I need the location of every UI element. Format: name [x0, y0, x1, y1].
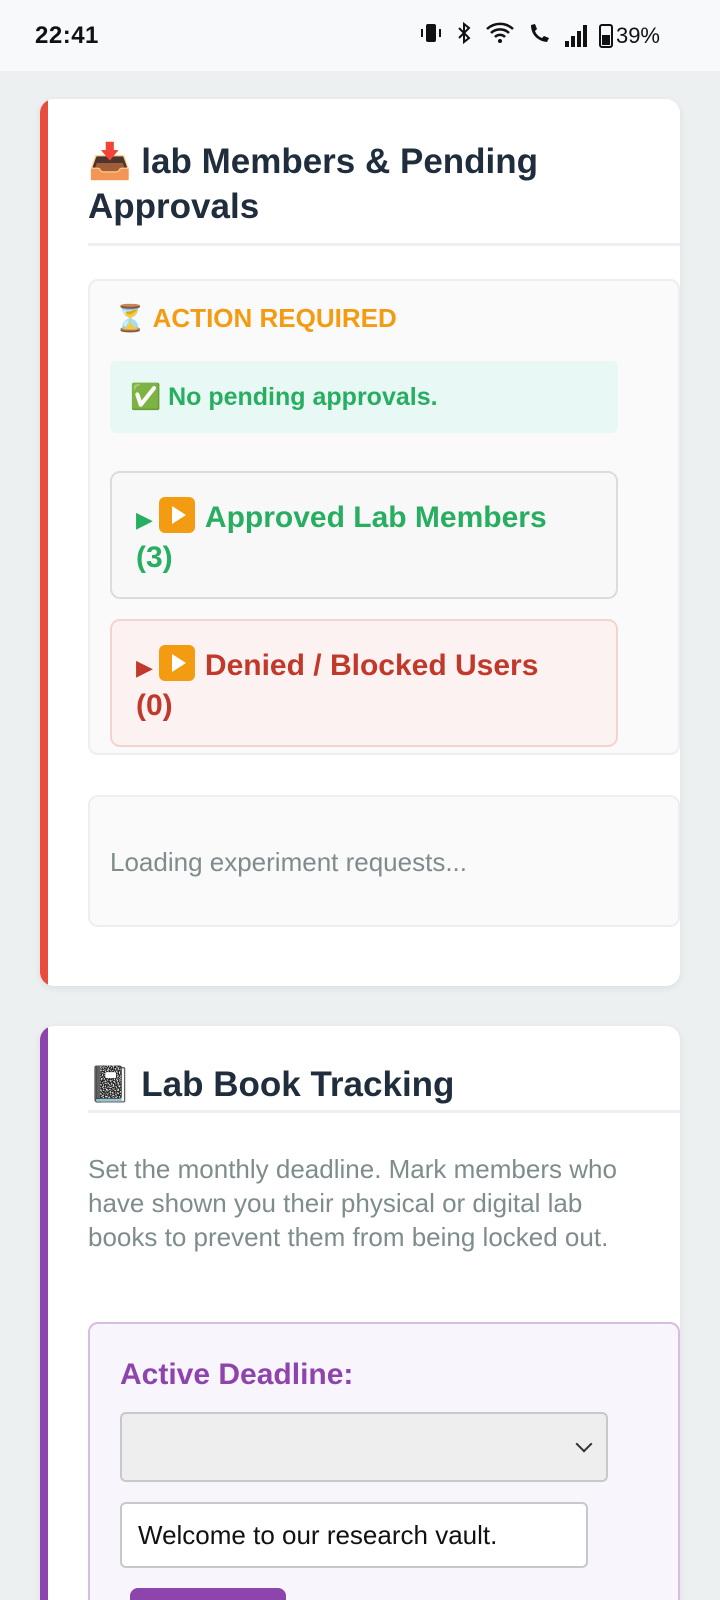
deadline-panel: Active Deadline: [88, 1322, 680, 1600]
expand-triangle-icon: ▶ [136, 507, 153, 532]
play-button-icon [158, 645, 195, 681]
lab-book-card: 📓 Lab Book Tracking Set the monthly dead… [40, 1026, 680, 1600]
pending-approvals-panel: ⏳ ACTION REQUIRED ✅ No pending approvals… [88, 279, 680, 755]
battery-icon [598, 23, 613, 48]
wifi-icon [485, 21, 515, 51]
members-divider [88, 243, 680, 246]
play-button-icon [158, 497, 195, 533]
welcome-message-input[interactable] [120, 1502, 588, 1568]
denied-users-toggle[interactable]: ▶ Denied / Blocked Users (0) [110, 619, 618, 747]
denied-users-label: Denied / Blocked Users [204, 649, 539, 682]
lab-book-divider [88, 1110, 680, 1113]
battery-percent: 39% [615, 22, 660, 48]
members-card-title: 📥 lab Members & Pending Approvals [88, 142, 539, 226]
active-deadline-label: Active Deadline: [120, 1358, 354, 1391]
approved-members-count: (3) [136, 541, 173, 574]
experiment-requests-panel: Loading experiment requests... [88, 795, 680, 927]
lab-book-card-title: 📓 Lab Book Tracking [88, 1065, 455, 1104]
wifi-calling-icon [527, 21, 553, 51]
action-required-heading: ⏳ ACTION REQUIRED [114, 303, 397, 333]
approved-members-toggle[interactable]: ▶ Approved Lab Members (3) [110, 471, 618, 599]
status-icons: 39% [419, 21, 660, 51]
approved-members-label: Approved Lab Members [204, 501, 547, 534]
deadline-submit-button[interactable] [130, 1588, 286, 1600]
denied-users-count: (0) [136, 689, 173, 722]
bluetooth-icon [455, 21, 473, 51]
loading-experiment-requests: Loading experiment requests... [110, 847, 467, 877]
members-card: 📥 lab Members & Pending Approvals ⏳ ACTI… [40, 99, 680, 986]
card-accent-stripe [40, 99, 48, 986]
deadline-select[interactable] [120, 1412, 608, 1482]
chevron-down-icon [575, 1435, 593, 1453]
card-accent-stripe [40, 1026, 48, 1600]
expand-triangle-icon: ▶ [136, 655, 153, 680]
status-time: 22:41 [35, 21, 99, 49]
signal-icon [564, 24, 587, 47]
lab-book-description: Set the monthly deadline. Mark members w… [88, 1154, 617, 1252]
no-pending-message: ✅ No pending approvals. [110, 361, 618, 433]
battery-indicator: 39% [598, 22, 660, 49]
status-bar: 22:41 39% [0, 0, 720, 71]
vibrate-icon [419, 21, 443, 51]
